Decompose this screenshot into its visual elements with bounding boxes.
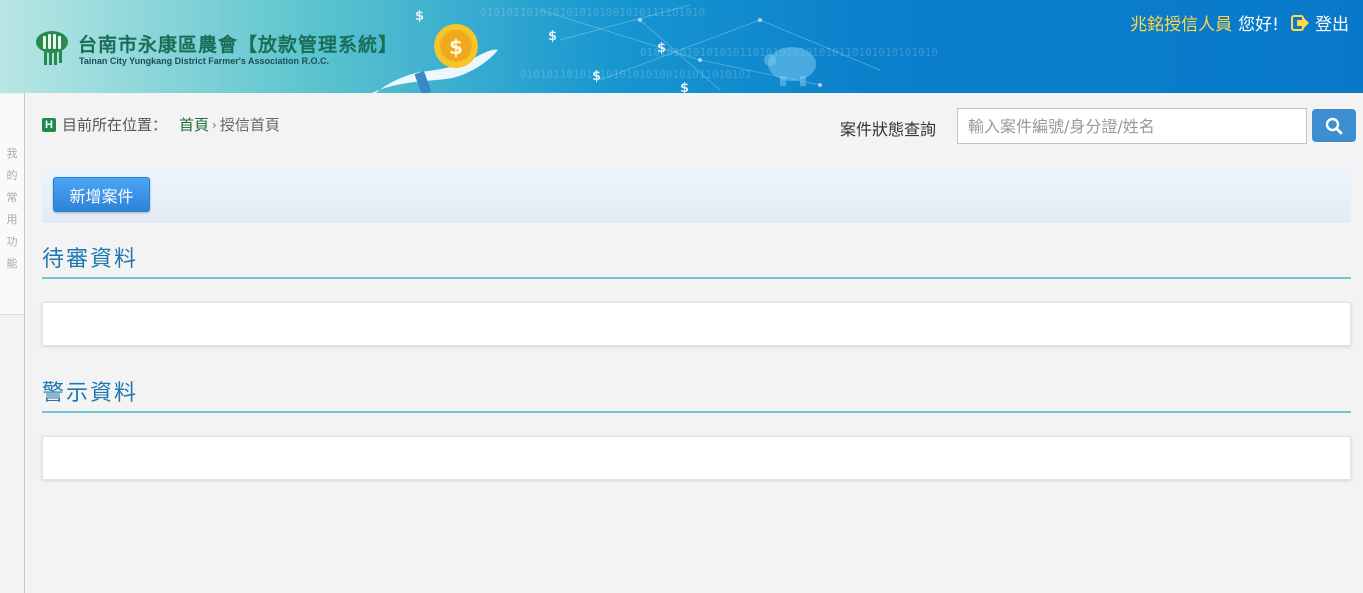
breadcrumb-prefix: 目前所在位置：: [62, 116, 168, 134]
search-icon: [1325, 117, 1343, 134]
pending-data-panel: [42, 302, 1351, 346]
favorites-side-panel: 我的常用功能: [0, 93, 25, 593]
greeting-text: 您好!: [1238, 15, 1279, 35]
app-subtitle: Tainan City Yungkang District Farmer's A…: [79, 56, 330, 66]
pending-section-title: 待審資料: [42, 247, 139, 272]
svg-text:$: $: [680, 81, 689, 93]
svg-text:$: $: [592, 69, 601, 84]
home-marker-icon: H: [42, 117, 56, 132]
logout-button[interactable]: 登出: [1291, 10, 1349, 35]
pending-section-divider: [42, 277, 1351, 279]
svg-text:010101101010101010101001010110: 01010110101010101010100101011010101: [520, 68, 752, 81]
add-case-button[interactable]: 新增案件: [53, 177, 150, 212]
logout-label: 登出: [1315, 15, 1349, 35]
svg-text:$: $: [657, 41, 666, 56]
action-toolbar: 新增案件: [42, 165, 1351, 223]
svg-text:$: $: [415, 9, 424, 24]
user-name: 兆銘授信人員: [1130, 15, 1233, 35]
search-button[interactable]: [1312, 109, 1356, 142]
breadcrumb-current: 授信首頁: [219, 116, 280, 134]
svg-text:010101101010101010100101011110: 0101011010101010101001010111101010: [480, 6, 705, 19]
favorites-tab-label: 我的常用功能: [6, 147, 18, 270]
breadcrumb-home-link[interactable]: 首頁: [179, 114, 209, 135]
alert-section-title: 警示資料: [42, 381, 139, 406]
svg-text:$: $: [548, 29, 557, 44]
app-title: 台南市永康區農會【放款管理系統】: [78, 34, 399, 56]
user-area: 兆銘授信人員 您好! 登出: [1130, 10, 1349, 35]
case-search-input[interactable]: [957, 108, 1307, 144]
app-header: 0101011010101010101001010111101010 01010…: [0, 0, 1363, 93]
breadcrumb: H 目前所在位置： 首頁 › 授信首頁: [42, 114, 280, 135]
farmers-association-logo-icon: [36, 31, 68, 65]
alert-data-panel: [42, 436, 1351, 480]
alert-section-divider: [42, 411, 1351, 413]
svg-text:$: $: [449, 35, 463, 59]
favorites-tab[interactable]: 我的常用功能: [0, 95, 24, 315]
breadcrumb-separator: ›: [212, 117, 217, 132]
logout-icon: [1291, 14, 1309, 31]
case-status-search-label: 案件狀態查詢: [840, 120, 937, 139]
